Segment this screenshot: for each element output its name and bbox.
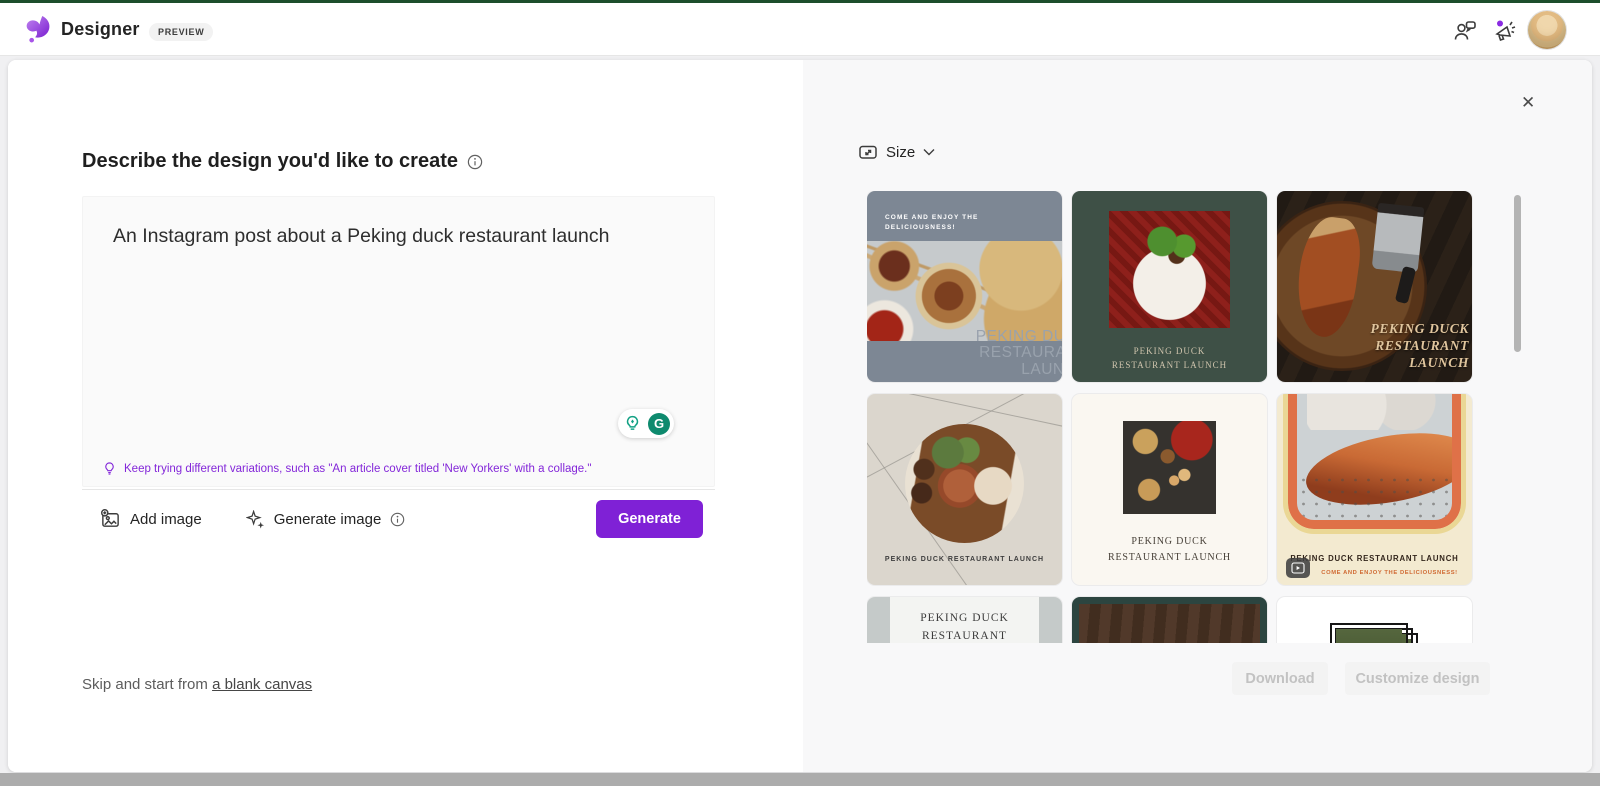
size-label: Size: [886, 144, 915, 161]
preview-badge: PREVIEW: [149, 23, 213, 41]
main-card: Describe the design you'd like to create…: [8, 60, 1592, 772]
chevron-down-icon: [923, 148, 935, 156]
kitchen-photo: [1307, 394, 1457, 430]
prompt-tip: Keep trying different variations, such a…: [103, 462, 591, 475]
add-image-button[interactable]: Add image: [100, 509, 202, 530]
prompt-box: An Instagram post about a Peking duck re…: [82, 196, 715, 487]
design-thumbnail-1[interactable]: COME AND ENJOY THE DELICIOUSNESS! PEKING…: [867, 191, 1062, 382]
suggestions-panel: ✕ Size COME AND ENJOY THE DELICIOUSNESS!: [803, 60, 1592, 772]
design-thumbnail-3[interactable]: PEKING DUCK RESTAURANT LAUNCH: [1277, 191, 1472, 382]
skip-text: Skip and start from: [82, 676, 208, 693]
divider: [82, 489, 715, 490]
feedback-icon[interactable]: [1452, 18, 1478, 44]
close-icon[interactable]: ✕: [1517, 90, 1539, 115]
download-button[interactable]: Download: [1232, 662, 1328, 695]
window-bottom-edge: [0, 773, 1600, 786]
app-title: Designer: [61, 19, 140, 40]
lightbulb-icon: [103, 462, 116, 475]
tip-text: Keep trying different variations, such a…: [124, 463, 591, 475]
info-icon[interactable]: [467, 154, 483, 170]
blank-canvas-link[interactable]: a blank canvas: [212, 676, 312, 693]
thumb-eyebrow: COME AND ENJOY THE DELICIOUSNESS!: [1307, 570, 1472, 576]
grammarly-suggestion-icon: [624, 415, 641, 432]
design-thumbnail-7[interactable]: PEKING DUCK RESTAURANT: [867, 597, 1062, 643]
duck-steamer-photo: [867, 241, 1062, 341]
add-image-label: Add image: [130, 511, 202, 528]
duck-plate-photo: [1109, 211, 1230, 328]
design-thumbnail-8[interactable]: [1072, 597, 1267, 643]
grammarly-logo-icon: G: [648, 413, 670, 435]
steel-dots-texture: [1297, 474, 1452, 520]
user-avatar[interactable]: [1528, 11, 1566, 49]
design-thumbnail-4[interactable]: PEKING DUCK RESTAURANT LAUNCH: [867, 394, 1062, 585]
cleaver-photo: [1372, 203, 1425, 273]
grammarly-widget[interactable]: G: [618, 409, 674, 438]
video-play-icon: [1286, 558, 1310, 578]
resize-icon: [858, 142, 878, 162]
orange-photo-frame: [1288, 394, 1461, 529]
stacked-photos-graphic: [1330, 623, 1420, 643]
design-thumbnail-6[interactable]: PEKING DUCK RESTAURANT LAUNCH COME AND E…: [1277, 394, 1472, 585]
prompt-input[interactable]: An Instagram post about a Peking duck re…: [83, 197, 714, 397]
generate-image-button[interactable]: Generate image: [246, 510, 406, 529]
thumb-title: PEKING DUCK RESTAURANT LAUNCH: [867, 556, 1062, 563]
skip-row: Skip and start from a blank canvas: [82, 676, 312, 693]
page-title: Describe the design you'd like to create: [82, 150, 458, 173]
customize-design-button[interactable]: Customize design: [1345, 662, 1490, 695]
generate-image-info-icon: [390, 512, 405, 527]
app-header: Designer PREVIEW: [0, 3, 1600, 56]
duck-circle-photo: [905, 424, 1024, 543]
design-thumbnail-2[interactable]: PEKING DUCK RESTAURANT LAUNCH: [1072, 191, 1267, 382]
design-thumbnail-5[interactable]: PEKING DUCK RESTAURANT LAUNCH: [1072, 394, 1267, 585]
designer-logo-icon: [22, 14, 53, 45]
prompt-panel: Describe the design you'd like to create…: [8, 60, 803, 772]
thumbnail-grid-viewport: COME AND ENJOY THE DELICIOUSNESS! PEKING…: [867, 191, 1473, 643]
thumbnail-grid: COME AND ENJOY THE DELICIOUSNESS! PEKING…: [867, 191, 1473, 643]
food-flatlay-photo: [1123, 421, 1216, 514]
thumb-title: PEKING DUCK RESTAURANT LAUNCH: [976, 329, 1062, 378]
thumb-title: PEKING DUCK RESTAURANT LAUNCH: [1371, 321, 1470, 372]
thumb-title: PEKING DUCK RESTAURANT LAUNCH: [1072, 534, 1267, 565]
design-thumbnail-9[interactable]: [1277, 597, 1472, 643]
size-dropdown[interactable]: Size: [858, 142, 935, 162]
scrollbar[interactable]: [1514, 195, 1521, 352]
thumb-title: PEKING DUCK RESTAURANT: [867, 610, 1062, 643]
generate-image-label: Generate image: [274, 511, 382, 528]
generate-button[interactable]: Generate: [596, 500, 703, 538]
plate-topdown-photo: [1079, 604, 1260, 643]
announcements-icon[interactable]: [1492, 18, 1518, 44]
thumb-title: PEKING DUCK RESTAURANT LAUNCH: [1072, 344, 1267, 373]
thumb-eyebrow: COME AND ENJOY THE DELICIOUSNESS!: [885, 213, 978, 234]
